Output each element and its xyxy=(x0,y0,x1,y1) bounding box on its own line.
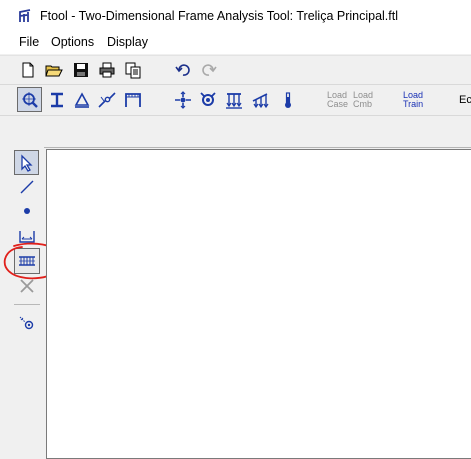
load-comb-label: Load Cmb xyxy=(353,90,374,109)
standard-toolbar xyxy=(0,55,471,84)
attributes-icon[interactable] xyxy=(18,314,36,332)
section-icon[interactable] xyxy=(48,91,66,109)
menu-options[interactable]: Options xyxy=(51,35,94,49)
window-title: Ftool - Two-Dimensional Frame Analysis T… xyxy=(40,9,399,23)
ftool-logo-icon xyxy=(19,9,31,22)
support-icon[interactable] xyxy=(174,91,192,109)
open-folder-icon[interactable] xyxy=(45,61,63,79)
load-case-label: Load Case xyxy=(327,90,349,109)
load-train-label[interactable]: Load Train xyxy=(403,91,423,109)
spring-icon[interactable] xyxy=(199,91,217,109)
line-icon[interactable] xyxy=(18,178,36,196)
redo-icon[interactable] xyxy=(200,61,218,79)
undo-icon[interactable] xyxy=(174,61,192,79)
secondary-toolbar xyxy=(0,115,471,148)
menu-file[interactable]: File xyxy=(19,35,39,49)
node-dot-icon[interactable] xyxy=(18,202,36,220)
save-icon[interactable] xyxy=(72,61,90,79)
copy-icon[interactable] xyxy=(124,61,142,79)
select-arrow-icon[interactable] xyxy=(14,150,39,175)
linear-load-icon[interactable] xyxy=(251,91,269,109)
material-icon[interactable] xyxy=(73,91,91,109)
new-file-icon[interactable] xyxy=(19,61,37,79)
menu-display[interactable]: Display xyxy=(107,35,148,49)
menu-bar: File Options Display xyxy=(0,32,471,54)
attributes-toolbar: Load Case Load Cmb Load Train Ec xyxy=(0,84,471,115)
title-bar: Ftool - Two-Dimensional Frame Analysis T… xyxy=(0,0,471,32)
zoom-select-icon[interactable] xyxy=(17,87,42,112)
tool-separator xyxy=(14,304,40,305)
trailing-toolbar-text[interactable]: Ec xyxy=(459,94,471,106)
frame-icon[interactable] xyxy=(124,91,142,109)
distributed-load-icon[interactable] xyxy=(225,91,243,109)
print-icon[interactable] xyxy=(98,61,116,79)
temperature-icon[interactable] xyxy=(279,91,297,109)
drawing-canvas[interactable] xyxy=(46,149,471,459)
hinge-icon[interactable] xyxy=(98,91,116,109)
tool-panel xyxy=(0,147,44,456)
